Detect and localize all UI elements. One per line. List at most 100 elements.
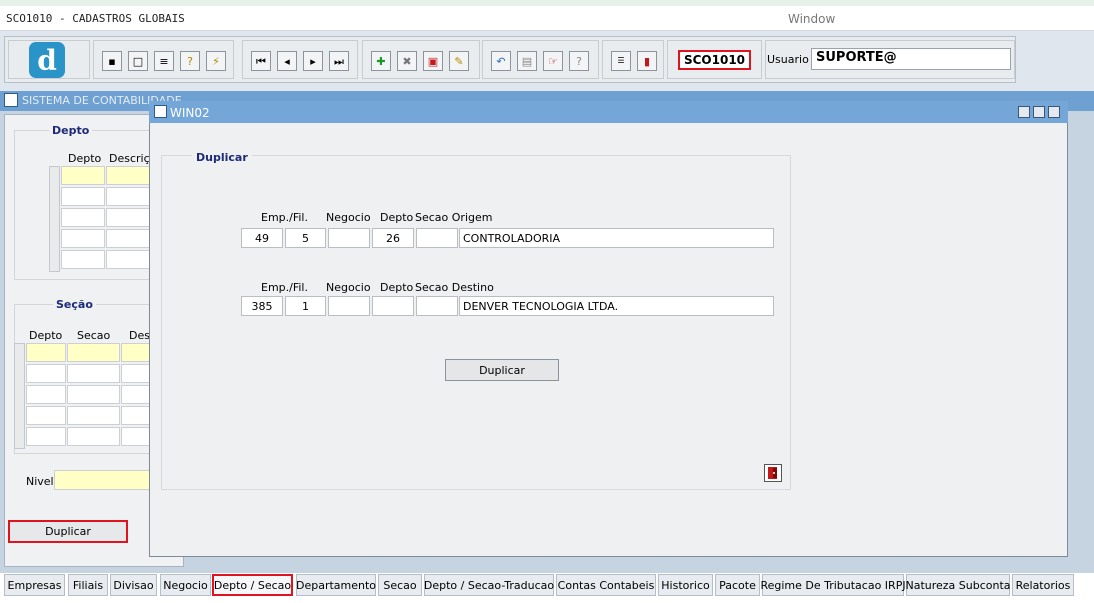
depto-cell[interactable]	[26, 427, 66, 446]
emp-fil-label: Emp./Fil.	[261, 281, 308, 294]
tab-relatorios[interactable]: Relatorios	[1012, 574, 1074, 596]
tab-negocio[interactable]: Negocio	[160, 574, 211, 596]
first-record-icon[interactable]: ⏮	[251, 51, 271, 71]
query-icon[interactable]: ?	[180, 51, 200, 71]
nivel-field[interactable]	[54, 470, 154, 490]
maximize-icon[interactable]	[1033, 106, 1045, 118]
origem-depto-field[interactable]: 26	[372, 228, 414, 248]
descricao-cell[interactable]	[121, 427, 151, 446]
tab-divisao[interactable]: Divisao	[110, 574, 157, 596]
depto-label: Depto	[380, 281, 414, 294]
column-header: Secao	[77, 329, 111, 342]
depto-cell[interactable]	[26, 385, 66, 404]
save-icon[interactable]: ▪	[102, 51, 122, 71]
depto-scrollbar[interactable]	[49, 166, 60, 272]
tab-empresas[interactable]: Empresas	[4, 574, 65, 596]
tab-depto-secao-traducao[interactable]: Depto / Secao-Traducao	[424, 574, 554, 596]
depto-cell[interactable]	[26, 364, 66, 383]
secao-origem-label: Secao Origem	[415, 211, 493, 224]
depto-cell[interactable]	[26, 406, 66, 425]
user-field[interactable]: SUPORTE@	[811, 48, 1011, 70]
window-icon[interactable]: □	[128, 51, 148, 71]
depto-cell[interactable]	[61, 229, 105, 248]
duplicar-main-button[interactable]: Duplicar	[8, 520, 128, 543]
secao-cell[interactable]	[67, 406, 120, 425]
nivel-label: Nivel	[26, 475, 54, 488]
destino-depto-field[interactable]	[372, 296, 414, 316]
clear-record-icon[interactable]: ▣	[423, 51, 443, 71]
depto-cell[interactable]	[61, 250, 105, 269]
descricao-cell[interactable]	[106, 250, 150, 269]
insert-record-icon[interactable]: ✚	[371, 51, 391, 71]
toolbar-group-menu: ☰ ▮	[602, 40, 664, 79]
next-record-icon[interactable]: ▸	[303, 51, 323, 71]
win02-title: WIN02	[170, 106, 210, 120]
destino-negocio-field[interactable]	[328, 296, 370, 316]
restore-icon[interactable]	[1048, 106, 1060, 118]
descricao-cell[interactable]	[106, 208, 150, 227]
tab-historico[interactable]: Historico	[658, 574, 713, 596]
descricao-cell[interactable]	[121, 406, 151, 425]
print-icon[interactable]: ≡	[154, 51, 174, 71]
tab-regime-tributacao[interactable]: Regime De Tributacao IRPJ	[760, 574, 906, 596]
toolbar-group-nav: ⏮ ◂ ▸ ⏭	[242, 40, 358, 79]
secao-scrollbar[interactable]	[14, 343, 25, 449]
undo-icon[interactable]: ↶	[491, 51, 511, 71]
previous-record-icon[interactable]: ◂	[277, 51, 297, 71]
edit-field-icon[interactable]: ✎	[449, 51, 469, 71]
tab-pacote[interactable]: Pacote	[715, 574, 760, 596]
origem-fil-field[interactable]: 5	[285, 228, 326, 248]
secao-cell[interactable]	[67, 427, 120, 446]
descricao-cell[interactable]	[106, 229, 150, 248]
negocio-label: Negocio	[326, 281, 371, 294]
column-header: Des	[129, 329, 150, 342]
window-icon	[154, 105, 167, 118]
tab-filiais[interactable]: Filiais	[68, 574, 108, 596]
descricao-cell[interactable]	[121, 343, 151, 362]
toolbar-group-edit: ✚ ✖ ▣ ✎	[362, 40, 480, 79]
tab-depto-secao[interactable]: Depto / Secao	[212, 574, 293, 596]
exit-icon[interactable]	[764, 464, 782, 482]
duplicar-frame-label: Duplicar	[192, 151, 252, 164]
depto-cell[interactable]	[61, 208, 105, 227]
execute-query-icon[interactable]: ⚡	[206, 51, 226, 71]
toolbar-group-record: ▪ □ ≡ ? ⚡	[93, 40, 234, 79]
depto-cell[interactable]	[61, 166, 105, 185]
destino-emp-field[interactable]: 385	[241, 296, 283, 316]
depto-cell[interactable]	[26, 343, 66, 362]
origem-descricao-field: CONTROLADORIA	[459, 228, 774, 248]
column-header: Depto	[68, 152, 102, 165]
toolbar-group-misc: ↶ ▤ ☞ ?	[482, 40, 599, 79]
delete-record-icon[interactable]: ✖	[397, 51, 417, 71]
tab-natureza-subconta[interactable]: Natureza Subconta	[905, 574, 1011, 596]
tab-departamento[interactable]: Departamento	[296, 574, 376, 596]
secao-cell[interactable]	[67, 385, 120, 404]
descricao-cell[interactable]	[106, 187, 150, 206]
origem-emp-field[interactable]: 49	[241, 228, 283, 248]
duplicar-button[interactable]: Duplicar	[445, 359, 559, 381]
tab-secao[interactable]: Secao	[378, 574, 422, 596]
destino-fil-field[interactable]: 1	[285, 296, 326, 316]
list-values-icon[interactable]: ☞	[543, 51, 563, 71]
clipboard-icon[interactable]: ▤	[517, 51, 537, 71]
origem-negocio-field[interactable]	[328, 228, 370, 248]
tab-contas-contabeis[interactable]: Contas Contabeis	[556, 574, 656, 596]
form-code-badge: SCO1010	[678, 50, 751, 70]
origem-secao-field[interactable]	[416, 228, 458, 248]
descricao-cell[interactable]	[121, 385, 151, 404]
menu-icon[interactable]: ☰	[611, 51, 631, 71]
destino-secao-field[interactable]	[416, 296, 458, 316]
descricao-cell[interactable]	[121, 364, 151, 383]
exit-icon[interactable]: ▮	[637, 51, 657, 71]
last-record-icon[interactable]: ⏭	[329, 51, 349, 71]
menu-window[interactable]: Window	[788, 12, 835, 26]
column-header: Depto	[29, 329, 63, 342]
secao-cell[interactable]	[67, 364, 120, 383]
secao-destino-label: Secao Destino	[415, 281, 494, 294]
depto-cell[interactable]	[61, 187, 105, 206]
app-title: SCO1010 - CADASTROS GLOBAIS	[6, 12, 185, 25]
help-icon[interactable]: ?	[569, 51, 589, 71]
descricao-cell[interactable]	[106, 166, 150, 185]
secao-cell[interactable]	[67, 343, 120, 362]
minimize-icon[interactable]	[1018, 106, 1030, 118]
